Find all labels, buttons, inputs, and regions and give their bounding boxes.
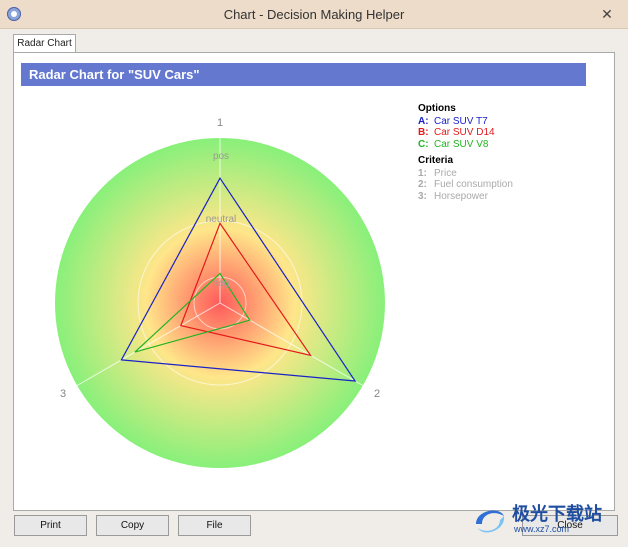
ring-label-neg: neg xyxy=(213,278,230,289)
radar-chart: 1 2 3 pos neutral neg xyxy=(55,117,385,468)
legend-option-c: C: Car SUV V8 xyxy=(418,139,513,151)
legend-criterion-label: Price xyxy=(434,167,457,179)
legend-options-title: Options xyxy=(418,103,456,114)
legend-criterion-key: 2: xyxy=(418,179,427,190)
legend-option-key: B: xyxy=(418,127,429,138)
legend-criterion-label: Fuel consumption xyxy=(434,179,513,190)
legend-option-label: Car SUV D14 xyxy=(434,127,495,138)
legend-criterion-1: 1: Price xyxy=(418,168,513,180)
legend-option-a: A: Car SUV T7 xyxy=(418,116,513,128)
watermark-url: www.xz7.com xyxy=(514,524,570,534)
ring-label-neutral: neutral xyxy=(206,214,237,225)
legend-criterion-2: 2: Fuel consumption xyxy=(418,179,513,191)
legend-option-key: A: xyxy=(418,115,429,127)
file-button[interactable]: File xyxy=(178,515,251,536)
copy-button[interactable]: Copy xyxy=(96,515,169,536)
legend-criterion-key: 3: xyxy=(418,190,427,202)
legend-option-key: C: xyxy=(418,138,429,150)
legend-option-b: B: Car SUV D14 xyxy=(418,127,513,139)
legend-criteria-title: Criteria xyxy=(418,155,454,166)
watermark-text: 极光下载站 xyxy=(512,504,602,524)
legend-criterion-key: 1: xyxy=(418,167,427,179)
legend-criterion-3: 3: Horsepower xyxy=(418,191,513,203)
watermark-logo: 极光下载站 www.xz7.com xyxy=(468,500,624,540)
legend-criterion-label: Horsepower xyxy=(434,190,488,202)
legend-option-label: Car SUV V8 xyxy=(434,138,489,150)
legend: Options A: Car SUV T7 B: Car SUV D14 C: Car… xyxy=(418,103,513,202)
axis-label-1: 1 xyxy=(217,117,223,129)
legend-option-label: Car SUV T7 xyxy=(434,115,488,127)
axis-label-2: 2 xyxy=(374,388,380,400)
watermark-swirl-icon xyxy=(476,510,505,533)
ring-label-pos: pos xyxy=(213,151,229,162)
print-button[interactable]: Print xyxy=(14,515,87,536)
axis-label-3: 3 xyxy=(60,388,66,400)
